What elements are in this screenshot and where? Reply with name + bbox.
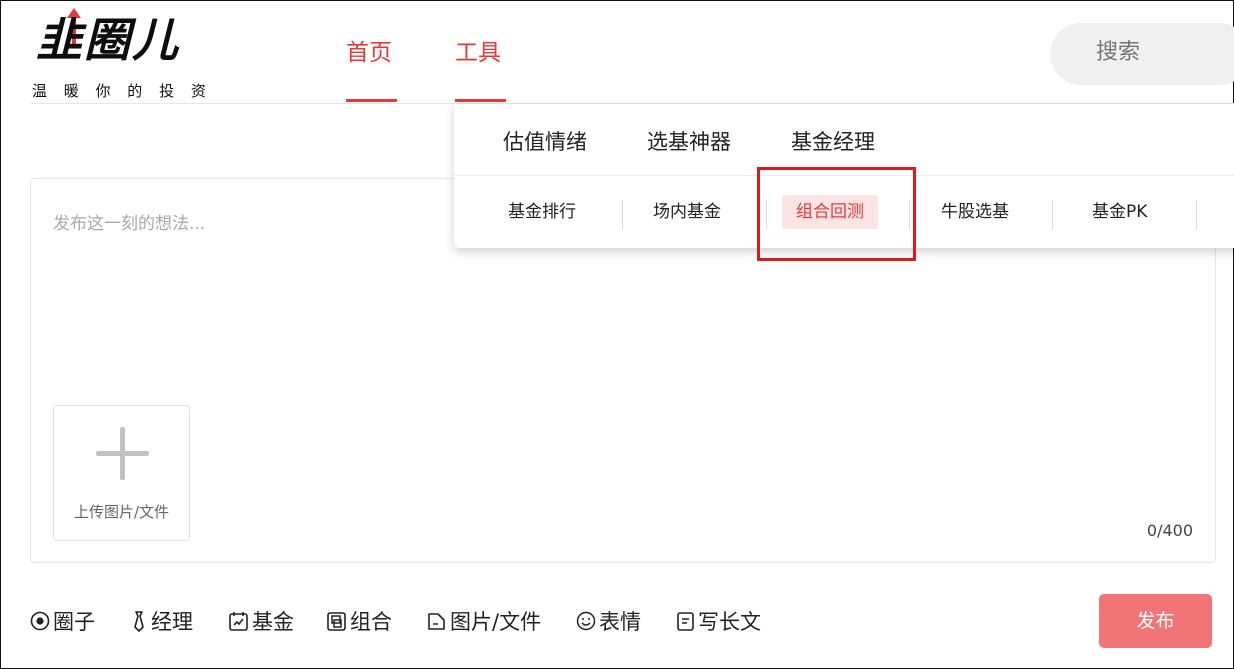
- tool-image-file[interactable]: 图片/文件: [426, 606, 541, 636]
- logo[interactable]: 韭圈儿 温 暖 你 的 投 资: [30, 8, 206, 102]
- dropdown-item-fund-pk[interactable]: 基金PK: [1092, 200, 1147, 224]
- plus-icon-vertical: [120, 427, 125, 480]
- char-counter: 0/400: [1146, 521, 1193, 540]
- upload-button[interactable]: 上传图片/文件: [53, 405, 190, 541]
- search-input[interactable]: [1094, 39, 1234, 66]
- tool-emoji[interactable]: 表情: [576, 606, 641, 636]
- publish-button[interactable]: 发布: [1099, 594, 1212, 648]
- header: 韭圈儿 温 暖 你 的 投 资 首页 工具: [0, 0, 1234, 104]
- nav-tab-home[interactable]: 首页: [346, 36, 392, 70]
- file-icon: [428, 612, 445, 630]
- tool-fund-label: 基金: [252, 610, 294, 634]
- dropdown-item-portfolio-backtest[interactable]: 组合回测: [782, 195, 878, 229]
- dropdown-separator: [622, 200, 623, 230]
- dropdown-tab-fund-manager[interactable]: 基金经理: [791, 126, 875, 156]
- nav-tab-tools[interactable]: 工具: [455, 36, 501, 70]
- nav-tab-home-underline: [346, 99, 397, 102]
- tool-fund[interactable]: 基金: [228, 606, 294, 636]
- document-icon: [677, 611, 694, 631]
- tool-circle-label: 圈子: [53, 610, 95, 634]
- dropdown-item-stock-fund-picker[interactable]: 牛股选基: [941, 200, 1009, 224]
- dropdown-divider: [454, 175, 1234, 176]
- dropdown-separator: [766, 200, 767, 230]
- logo-slogan: 温 暖 你 的 投 资: [32, 82, 212, 100]
- tools-dropdown: 估值情绪 选基神器 基金经理 基金排行 场内基金 组合回测 牛股选基 基金PK: [454, 104, 1234, 248]
- tool-portfolio-label: 组合: [350, 610, 392, 634]
- tool-emoji-label: 表情: [599, 610, 641, 634]
- tool-circle[interactable]: 圈子: [30, 606, 95, 636]
- dropdown-tab-valuation[interactable]: 估值情绪: [503, 126, 587, 156]
- tool-manager[interactable]: 经理: [130, 606, 193, 636]
- logo-text: 韭圈儿: [36, 13, 180, 67]
- combine-icon: [327, 611, 346, 631]
- tool-portfolio[interactable]: 组合: [326, 606, 392, 636]
- radio-circle-icon: [30, 611, 50, 631]
- tie-icon: [134, 611, 144, 632]
- search-box[interactable]: [1050, 23, 1234, 85]
- dropdown-separator: [909, 200, 910, 230]
- dropdown-separator: [1196, 200, 1197, 230]
- dropdown-tab-fund-picker[interactable]: 选基神器: [647, 126, 731, 156]
- tool-long-article-label: 写长文: [698, 610, 761, 634]
- dropdown-separator: [1052, 200, 1053, 230]
- tool-image-file-label: 图片/文件: [450, 610, 542, 634]
- nav-tab-tools-underline: [455, 99, 506, 102]
- chart-box-icon: [229, 611, 248, 631]
- editor-placeholder[interactable]: 发布这一刻的想法...: [53, 209, 205, 234]
- upload-label: 上传图片/文件: [73, 503, 170, 521]
- dropdown-item-fund-ranking[interactable]: 基金排行: [508, 200, 576, 224]
- dropdown-item-exchange-funds[interactable]: 场内基金: [653, 200, 721, 224]
- tool-manager-label: 经理: [151, 610, 193, 634]
- tool-long-article[interactable]: 写长文: [676, 606, 761, 636]
- smiley-icon: [576, 611, 596, 631]
